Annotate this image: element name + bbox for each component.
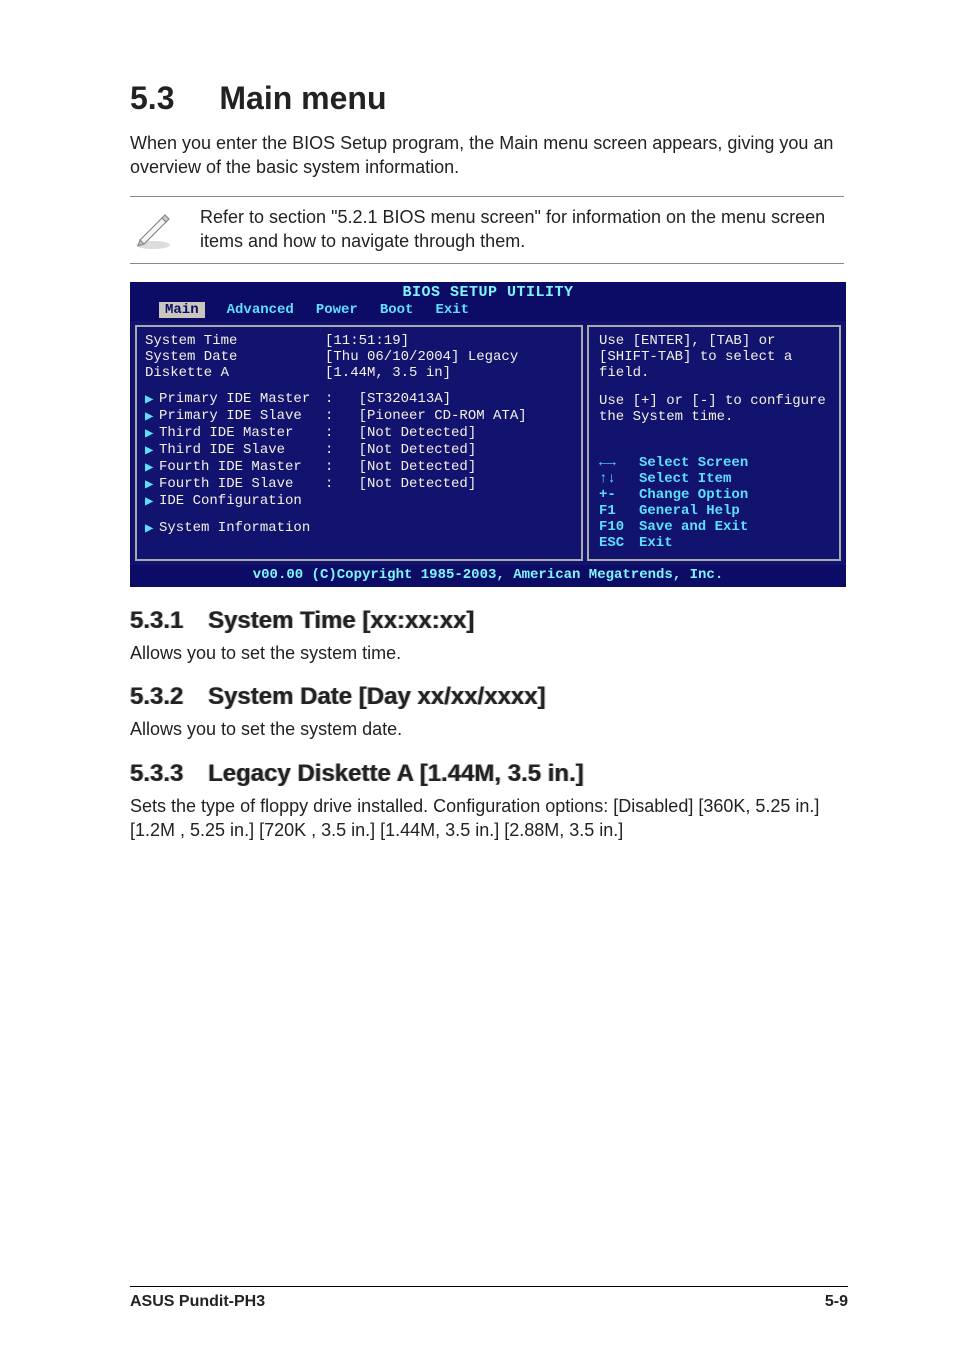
triangle-icon: ▶: [145, 459, 159, 476]
bios-screenshot: BIOS SETUP UTILITY Main Advanced Power B…: [130, 282, 846, 587]
triangle-icon: ▶: [145, 520, 159, 537]
section-heading: 5.3.3 Legacy Diskette A [1.44M, 3.5 in.]: [130, 760, 844, 788]
bios-item-label: Third IDE Master: [159, 425, 325, 442]
bios-item[interactable]: Diskette A [1.44M, 3.5 in]: [145, 365, 573, 381]
bios-title: BIOS SETUP UTILITY: [131, 283, 845, 302]
bios-keymap: ←→Select Screen ↑↓Select Item +-Change O…: [599, 455, 829, 551]
bios-help-text: Use [ENTER], [TAB] or [SHIFT-TAB] to sel…: [599, 333, 829, 381]
page-heading: 5.3 Main menu: [130, 80, 844, 117]
bios-submenu[interactable]: ▶ Primary IDE Slave : [Pioneer CD-ROM AT…: [145, 408, 573, 425]
bios-item-label: IDE Configuration: [159, 493, 325, 510]
bios-help-text: Use [+] or [-] to configure the System t…: [599, 393, 829, 425]
bios-body: System Time [11:51:19] System Date [Thu …: [131, 321, 845, 565]
bios-submenu[interactable]: ▶ Third IDE Slave : [Not Detected]: [145, 442, 573, 459]
bios-submenu-list: ▶ Primary IDE Master : [ST320413A] ▶ Pri…: [145, 391, 573, 510]
section-title: Legacy Diskette A [1.44M, 3.5 in.]: [208, 760, 584, 787]
section-number: 5.3.2: [130, 683, 183, 710]
bios-item[interactable]: System Date [Thu 06/10/2004] Legacy: [145, 349, 573, 365]
bios-item-label: Fourth IDE Slave: [159, 476, 325, 493]
note-text: Refer to section "5.2.1 BIOS menu screen…: [200, 205, 844, 254]
section-body: Allows you to set the system date.: [130, 717, 844, 741]
triangle-icon: ▶: [145, 408, 159, 425]
triangle-icon: ▶: [145, 391, 159, 408]
bios-item-label: Diskette A: [145, 365, 325, 381]
section-number: 5.3.3: [130, 760, 183, 787]
bios-keymap-row: ESCExit: [599, 535, 829, 551]
bios-item-value: [Not Detected]: [359, 459, 477, 476]
triangle-icon: ▶: [145, 442, 159, 459]
bios-item-label: System Information: [159, 520, 325, 537]
heading-number: 5.3: [130, 80, 174, 116]
pencil-icon: [130, 205, 176, 253]
bios-item-value: [11:51:19]: [325, 333, 409, 349]
bios-copyright: v00.00 (C)Copyright 1985-2003, American …: [131, 565, 845, 586]
bios-submenu[interactable]: ▶ Third IDE Master : [Not Detected]: [145, 425, 573, 442]
bios-menubar: Main Advanced Power Boot Exit: [131, 302, 845, 321]
footer-product: ASUS Pundit-PH3: [130, 1293, 265, 1311]
section-heading: 5.3.1 System Time [xx:xx:xx]: [130, 607, 844, 635]
bios-tab-advanced[interactable]: Advanced: [227, 302, 294, 318]
triangle-icon: ▶: [145, 476, 159, 493]
bios-item-value: [1.44M, 3.5 in]: [325, 365, 451, 381]
bios-tab-boot[interactable]: Boot: [380, 302, 414, 318]
bios-item-label: System Date: [145, 349, 325, 365]
section-body: Sets the type of floppy drive installed.…: [130, 794, 844, 843]
bios-keymap-row: ←→Select Screen: [599, 455, 829, 471]
bios-item[interactable]: System Time [11:51:19]: [145, 333, 573, 349]
section-title: System Date [Day xx/xx/xxxx]: [208, 683, 546, 710]
bios-tab-exit[interactable]: Exit: [435, 302, 469, 318]
page-footer: ASUS Pundit-PH3 5-9: [130, 1286, 848, 1311]
bios-submenu[interactable]: ▶ Fourth IDE Master : [Not Detected]: [145, 459, 573, 476]
heading-title: Main menu: [219, 80, 386, 116]
triangle-icon: ▶: [145, 425, 159, 442]
bios-submenu[interactable]: ▶ IDE Configuration: [145, 493, 573, 510]
intro-paragraph: When you enter the BIOS Setup program, t…: [130, 131, 844, 180]
bios-item-value: [Not Detected]: [359, 425, 477, 442]
section-heading: 5.3.2 System Date [Day xx/xx/xxxx]: [130, 683, 844, 711]
bios-submenu-list: ▶ System Information: [145, 520, 573, 537]
bios-item-label: Primary IDE Master: [159, 391, 325, 408]
bios-item-label: Primary IDE Slave: [159, 408, 325, 425]
bios-item-label: Third IDE Slave: [159, 442, 325, 459]
bios-submenu[interactable]: ▶ System Information: [145, 520, 573, 537]
bios-help-pane: Use [ENTER], [TAB] or [SHIFT-TAB] to sel…: [587, 325, 841, 561]
footer-page-number: 5-9: [825, 1293, 848, 1311]
section-title: System Time [xx:xx:xx]: [208, 607, 474, 634]
bios-left-pane: System Time [11:51:19] System Date [Thu …: [135, 325, 583, 561]
bios-item-value: [Pioneer CD-ROM ATA]: [359, 408, 527, 425]
bios-item-value: [ST320413A]: [359, 391, 451, 408]
bios-item-value: [Not Detected]: [359, 442, 477, 459]
bios-keymap-row: ↑↓Select Item: [599, 471, 829, 487]
section-body: Allows you to set the system time.: [130, 641, 844, 665]
bios-item-label: System Time: [145, 333, 325, 349]
section-number: 5.3.1: [130, 607, 183, 634]
bios-submenu[interactable]: ▶ Fourth IDE Slave : [Not Detected]: [145, 476, 573, 493]
bios-keymap-row: F1General Help: [599, 503, 829, 519]
bios-keymap-row: F10Save and Exit: [599, 519, 829, 535]
note-block: Refer to section "5.2.1 BIOS menu screen…: [130, 196, 844, 265]
bios-tab-power[interactable]: Power: [316, 302, 358, 318]
triangle-icon: ▶: [145, 493, 159, 510]
bios-submenu[interactable]: ▶ Primary IDE Master : [ST320413A]: [145, 391, 573, 408]
bios-tab-main[interactable]: Main: [159, 302, 205, 318]
bios-item-value: [Not Detected]: [359, 476, 477, 493]
bios-item-label: Fourth IDE Master: [159, 459, 325, 476]
bios-keymap-row: +-Change Option: [599, 487, 829, 503]
bios-item-value: [Thu 06/10/2004] Legacy: [325, 349, 518, 365]
